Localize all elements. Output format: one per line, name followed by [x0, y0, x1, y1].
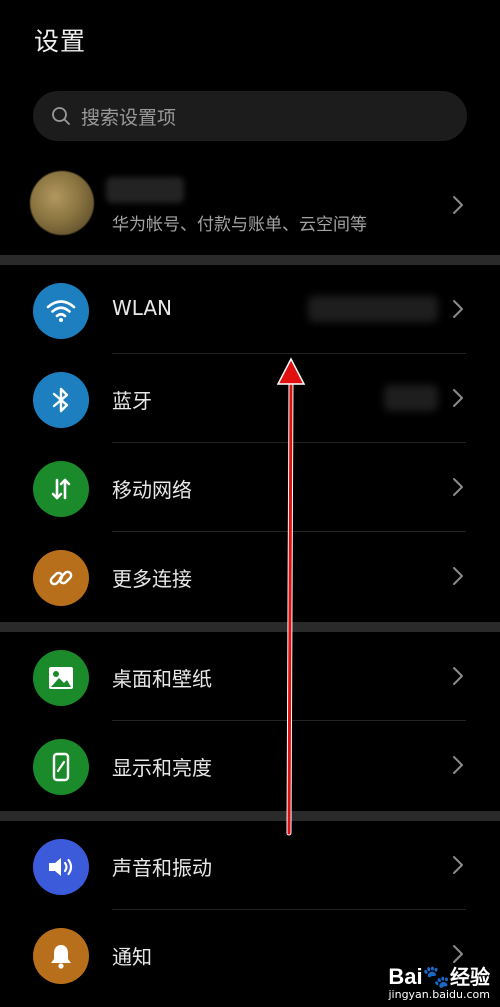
settings-item-label: 显示和亮度 [112, 756, 212, 780]
settings-item-label: 桌面和壁纸 [112, 667, 212, 691]
chevron-right-icon [453, 196, 463, 214]
settings-screen: 设置 搜索设置项 华为帐号、付款与账单、云空间等 WLAN 蓝牙 移动网络 更多… [0, 0, 500, 1007]
settings-item-sound[interactable]: 声音和振动 [0, 822, 500, 910]
settings-item-label: 移动网络 [112, 478, 192, 502]
avatar[interactable] [30, 171, 94, 235]
wifi-icon [33, 283, 89, 339]
section-divider [0, 622, 500, 632]
watermark-url: jingyan.baidu.com [388, 988, 490, 1001]
search-bar[interactable]: 搜索设置项 [33, 91, 467, 141]
baidu-jingyan-watermark: Bai🐾经验 jingyan.baidu.com [388, 961, 490, 1001]
bluetooth-value-blurred [384, 385, 438, 411]
row-separator [112, 720, 466, 721]
chevron-right-icon [453, 567, 463, 585]
account-subtitle: 华为帐号、付款与账单、云空间等 [112, 215, 367, 235]
sound-icon [33, 839, 89, 895]
settings-item-more-connections[interactable]: 更多连接 [0, 533, 500, 621]
account-name-blurred [106, 177, 184, 203]
mobile-data-icon [33, 461, 89, 517]
row-separator [112, 531, 466, 532]
search-placeholder: 搜索设置项 [81, 106, 177, 129]
paw-icon: 🐾 [422, 964, 450, 989]
chevron-right-icon [453, 756, 463, 774]
chevron-right-icon [453, 667, 463, 685]
chevron-right-icon [453, 478, 463, 496]
settings-item-label: WLAN [112, 296, 173, 320]
link-icon [33, 550, 89, 606]
chevron-right-icon [453, 300, 463, 318]
settings-item-mobile-network[interactable]: 移动网络 [0, 444, 500, 532]
row-separator [112, 353, 466, 354]
wallpaper-icon [33, 650, 89, 706]
watermark-logo: Bai🐾经验 [388, 961, 490, 990]
account-row[interactable]: 华为帐号、付款与账单、云空间等 [0, 165, 500, 249]
bluetooth-icon [33, 372, 89, 428]
settings-item-wlan[interactable]: WLAN [0, 266, 500, 354]
row-separator [112, 909, 466, 910]
settings-item-label: 声音和振动 [112, 856, 212, 880]
settings-item-label: 蓝牙 [112, 389, 152, 413]
display-icon [33, 739, 89, 795]
settings-item-label: 通知 [112, 945, 152, 969]
section-divider [0, 255, 500, 265]
watermark-logo-suffix: 经验 [450, 967, 490, 989]
watermark-logo-text: Bai [388, 964, 423, 989]
section-divider [0, 811, 500, 821]
settings-item-wallpaper[interactable]: 桌面和壁纸 [0, 633, 500, 721]
settings-item-label: 更多连接 [112, 567, 192, 591]
chevron-right-icon [453, 856, 463, 874]
page-title: 设置 [34, 27, 87, 56]
bell-icon [33, 928, 89, 984]
settings-item-display[interactable]: 显示和亮度 [0, 722, 500, 810]
chevron-right-icon [453, 389, 463, 407]
settings-item-bluetooth[interactable]: 蓝牙 [0, 355, 500, 443]
search-icon [52, 107, 70, 125]
wlan-value-blurred [308, 296, 438, 322]
row-separator [112, 442, 466, 443]
